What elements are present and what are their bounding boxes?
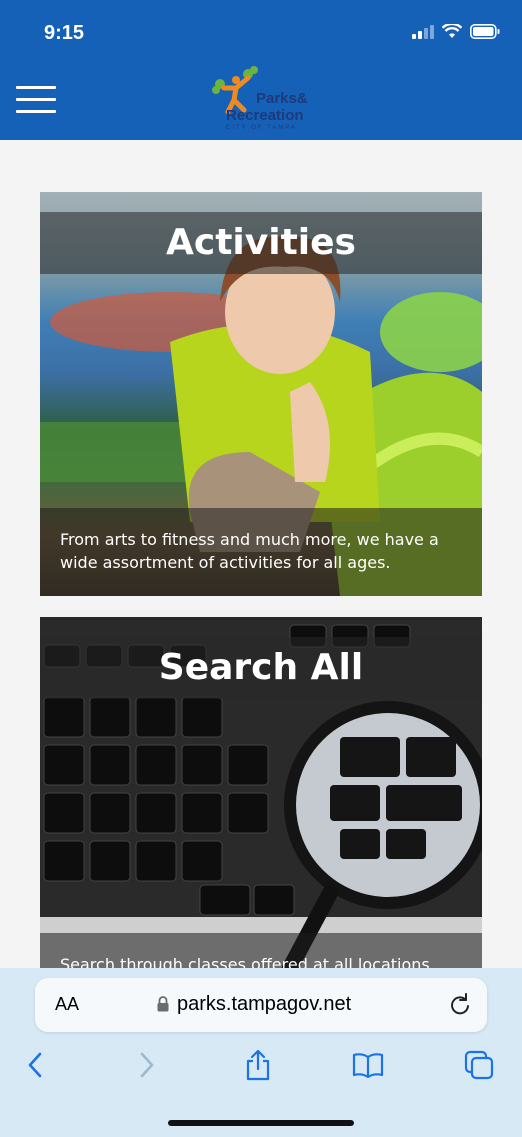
activities-title: Activities xyxy=(40,212,482,274)
lock-icon xyxy=(157,996,169,1012)
bookmarks-button[interactable] xyxy=(351,1048,385,1082)
logo-text: Recreation xyxy=(226,107,304,124)
forward-button[interactable] xyxy=(130,1048,164,1082)
chevron-left-icon xyxy=(28,1052,42,1078)
share-button[interactable] xyxy=(241,1048,275,1082)
tabs-button[interactable] xyxy=(462,1048,496,1082)
menu-icon-line xyxy=(16,98,56,101)
browser-toolbar: AA parks.tampagov.net xyxy=(0,968,522,1137)
logo-text: Parks& xyxy=(256,90,308,107)
menu-button[interactable] xyxy=(16,86,56,114)
signal-icon xyxy=(412,24,434,39)
search-all-description: Search through classes offered at all lo… xyxy=(40,933,482,968)
address-bar[interactable]: AA parks.tampagov.net xyxy=(35,978,487,1032)
activities-card[interactable]: Activities From arts to fitness and much… xyxy=(40,192,482,596)
activities-description: From arts to fitness and much more, we h… xyxy=(40,508,482,596)
chevron-right-icon xyxy=(140,1052,154,1078)
wifi-icon xyxy=(442,24,462,38)
status-icons xyxy=(412,24,500,39)
search-all-card[interactable]: Search All Search through classes offere… xyxy=(40,617,482,968)
site-header: 9:15 Parks& Recreation CITY OF TAMPA xyxy=(0,0,522,140)
home-indicator[interactable] xyxy=(168,1120,354,1126)
menu-icon-line xyxy=(16,110,56,113)
logo-tagline: CITY OF TAMPA xyxy=(226,125,297,131)
parks-logo[interactable]: Parks& Recreation CITY OF TAMPA xyxy=(208,66,320,134)
search-all-title: Search All xyxy=(40,637,482,699)
menu-icon xyxy=(16,86,56,89)
reader-settings-button[interactable]: AA xyxy=(55,994,79,1015)
battery-icon xyxy=(470,24,500,39)
tabs-icon xyxy=(464,1050,494,1080)
back-button[interactable] xyxy=(18,1048,52,1082)
status-time: 9:15 xyxy=(44,22,85,44)
share-icon xyxy=(246,1049,270,1081)
url-text[interactable]: parks.tampagov.net xyxy=(177,993,351,1016)
reload-icon[interactable] xyxy=(449,992,471,1016)
book-icon xyxy=(352,1053,384,1078)
